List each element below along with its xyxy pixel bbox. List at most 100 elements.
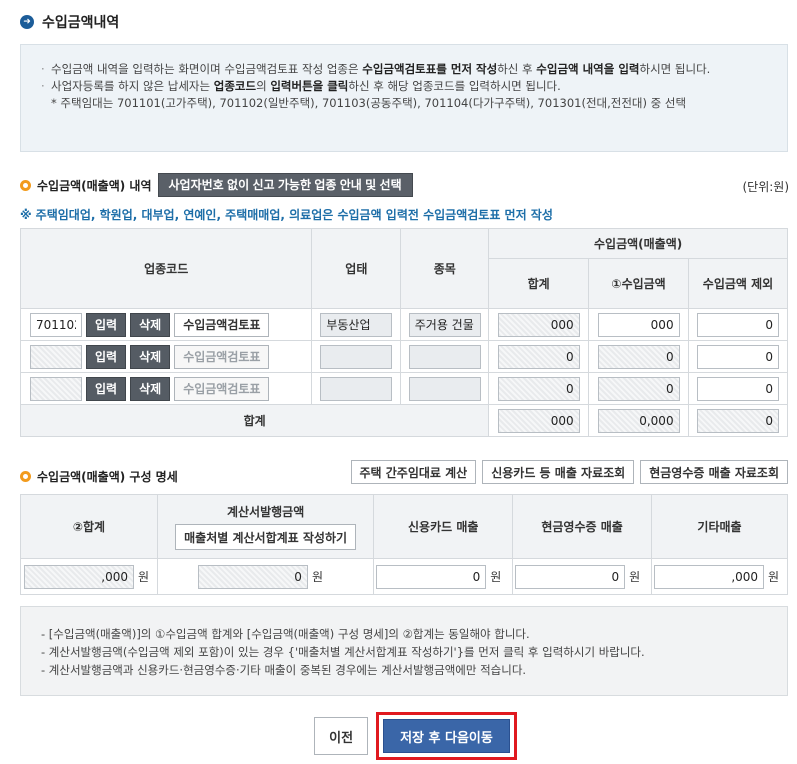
code-cell: 입력 삭제 수입금액검토표: [19, 340, 313, 373]
biz-field[interactable]: [320, 376, 393, 401]
invoice-field[interactable]: [197, 564, 308, 589]
section-revenue-header: 수입금액(매출액) 내역 사업자번호 없이 신고 가능한 업종 안내 및 선택: [20, 173, 413, 197]
card-sales-lookup-button[interactable]: 신용카드 등 매출 자료조회: [482, 460, 635, 484]
cash-receipt-lookup-button[interactable]: 현금영수증 매출 자료조회: [640, 460, 788, 484]
biz-field[interactable]: [320, 312, 393, 337]
info-line-1: 수입금액 내역을 입력하는 화면이며 수입금액검토표 작성 업종은 수입금액검토…: [41, 61, 767, 78]
section-revenue-title: 수입금액(매출액) 내역: [37, 178, 152, 193]
info-bold: 수입금액 내역을 입력: [536, 62, 640, 76]
table-row: 입력 삭제 수입금액검토표: [19, 372, 788, 405]
delete-button[interactable]: 삭제: [130, 344, 171, 369]
info-bold: 수입금액검토표를 먼저 작성: [362, 62, 498, 76]
notice-text: ※ 주택임대업, 학원업, 대부업, 연예인, 주택매매업, 의료업은 수입금액 …: [20, 206, 553, 223]
revenue-table: 업종코드 업태 종목 수입금액(매출액) 합계 ①수입금액 수입금액 제외 입력…: [19, 228, 788, 437]
cash-input[interactable]: [515, 564, 626, 589]
code-cell: 입력 삭제 수입금액검토표: [19, 308, 313, 341]
info-text: 하시면 됩니다.: [639, 62, 711, 76]
won-unit: 원: [629, 569, 641, 584]
info-bold: 입력버튼을 클릭: [270, 79, 349, 93]
header-revenue: ①수입금액: [588, 258, 690, 309]
code-input[interactable]: [30, 376, 82, 401]
delete-button[interactable]: 삭제: [130, 376, 171, 401]
footnote-line: - [수입금액(매출액)]의 ①수입금액 합계와 [수입금액(매출액) 구성 명…: [41, 627, 530, 641]
code-input[interactable]: [30, 344, 82, 369]
section-composition-header: 수입금액(매출액) 구성 명세: [20, 468, 178, 485]
header-card: 신용카드 매출: [373, 494, 514, 559]
info-line-2: 사업자등록를 하지 않은 납세자는 업종코드의 입력버튼을 클릭하신 후 해당 …: [41, 78, 767, 95]
header-revenue-group: 수입금액(매출액): [488, 228, 788, 259]
info-line-3: * 주택임대는 701101(고가주택), 701102(일반주택), 7011…: [51, 96, 687, 110]
header-excluded: 수입금액 제외: [688, 258, 788, 309]
footnote-box: - [수입금액(매출액)]의 ①수입금액 합계와 [수입금액(매출액) 구성 명…: [20, 606, 788, 696]
next-button-highlight: 저장 후 다음이동: [376, 712, 517, 760]
card-input[interactable]: [376, 564, 487, 589]
sum2-field[interactable]: [24, 564, 134, 589]
review-button[interactable]: 수입금액검토표: [174, 344, 270, 369]
table-row: 입력 삭제 수입금액검토표: [19, 340, 788, 373]
item-field[interactable]: [408, 312, 481, 337]
header-item: 종목: [400, 228, 490, 309]
composition-row: 원 원 원 원 원: [20, 558, 788, 595]
section-composition-title: 수입금액(매출액) 구성 명세: [37, 470, 178, 484]
header-invoice-label: 계산서발행금액: [226, 505, 305, 519]
notice-mark: ※: [20, 208, 32, 222]
header-biz: 업태: [311, 228, 402, 309]
info-bold: 업종코드: [213, 79, 257, 93]
header-cash: 현금영수증 매출: [512, 494, 653, 559]
revenue-input[interactable]: [597, 312, 680, 337]
excluded-input[interactable]: [697, 312, 780, 337]
sum-label: 합계: [19, 404, 490, 437]
other-input[interactable]: [654, 564, 765, 589]
header-sum2: ②합계: [20, 494, 158, 559]
header-invoice: 계산서발행금액 매출처별 계산서합계표 작성하기: [156, 494, 375, 559]
page-title: ➜ 수입금액내역: [20, 12, 119, 32]
footnote-line: - 계산서발행금액(수입금액 제외 포함)이 있는 경우 {'매출처별 계산서합…: [41, 645, 645, 659]
info-text: 의: [256, 79, 271, 93]
total-field[interactable]: [497, 376, 580, 401]
excluded-input[interactable]: [697, 376, 780, 401]
page-title-text: 수입금액내역: [42, 15, 120, 31]
bottom-actions: 이전 저장 후 다음이동: [0, 712, 797, 760]
notice-message: 주택임대업, 학원업, 대부업, 연예인, 주택매매업, 의료업은 수입금액 입…: [35, 208, 553, 222]
excluded-input[interactable]: [697, 344, 780, 369]
review-button[interactable]: 수입금액검토표: [174, 376, 270, 401]
no-bizno-guide-button[interactable]: 사업자번호 없이 신고 가능한 업종 안내 및 선택: [157, 173, 413, 197]
header-code: 업종코드: [19, 228, 313, 309]
table-row: 입력 삭제 수입금액검토표: [19, 308, 788, 341]
composition-toolbar: 주택 간주임대료 계산 신용카드 등 매출 자료조회 현금영수증 매출 자료조회: [350, 460, 788, 484]
header-other: 기타매출: [651, 494, 788, 559]
won-unit: 원: [311, 569, 323, 584]
bullet-icon: [20, 179, 31, 191]
info-text: 하신 후 해당 업종코드를 입력하시면 됩니다.: [348, 79, 561, 93]
biz-field[interactable]: [320, 344, 393, 369]
delete-button[interactable]: 삭제: [130, 312, 171, 337]
item-field[interactable]: [408, 344, 481, 369]
review-button[interactable]: 수입금액검토표: [174, 312, 270, 337]
info-text: 사업자등록를 하지 않은 납세자는: [51, 79, 214, 93]
input-button[interactable]: 입력: [86, 376, 127, 401]
revenue-input[interactable]: [597, 344, 680, 369]
invoice-summary-button[interactable]: 매출처별 계산서합계표 작성하기: [175, 524, 357, 550]
save-next-button[interactable]: 저장 후 다음이동: [383, 719, 510, 753]
bullet-icon: [20, 471, 31, 482]
item-field[interactable]: [408, 376, 481, 401]
total-field[interactable]: [497, 312, 580, 337]
total-field[interactable]: [497, 344, 580, 369]
prev-button[interactable]: 이전: [314, 717, 369, 755]
sum-total-field[interactable]: [497, 408, 580, 433]
composition-table: ②합계 계산서발행금액 매출처별 계산서합계표 작성하기 신용카드 매출 현금영…: [20, 494, 788, 595]
arrow-right-icon: ➜: [20, 15, 34, 29]
housing-rent-calc-button[interactable]: 주택 간주임대료 계산: [350, 460, 477, 484]
code-input[interactable]: [30, 312, 82, 337]
revenue-input[interactable]: [597, 376, 680, 401]
info-box: 수입금액 내역을 입력하는 화면이며 수입금액검토표 작성 업종은 수입금액검토…: [20, 44, 788, 152]
sum-revenue-field[interactable]: [597, 408, 680, 433]
info-text: 수입금액 내역을 입력하는 화면이며 수입금액검토표 작성 업종은: [51, 62, 363, 76]
sum-row: 합계: [19, 404, 788, 437]
header-total: 합계: [488, 258, 590, 309]
sum-excluded-field[interactable]: [697, 408, 780, 433]
won-unit: 원: [768, 569, 780, 584]
input-button[interactable]: 입력: [86, 344, 127, 369]
code-cell: 입력 삭제 수입금액검토표: [19, 372, 313, 405]
input-button[interactable]: 입력: [86, 312, 127, 337]
